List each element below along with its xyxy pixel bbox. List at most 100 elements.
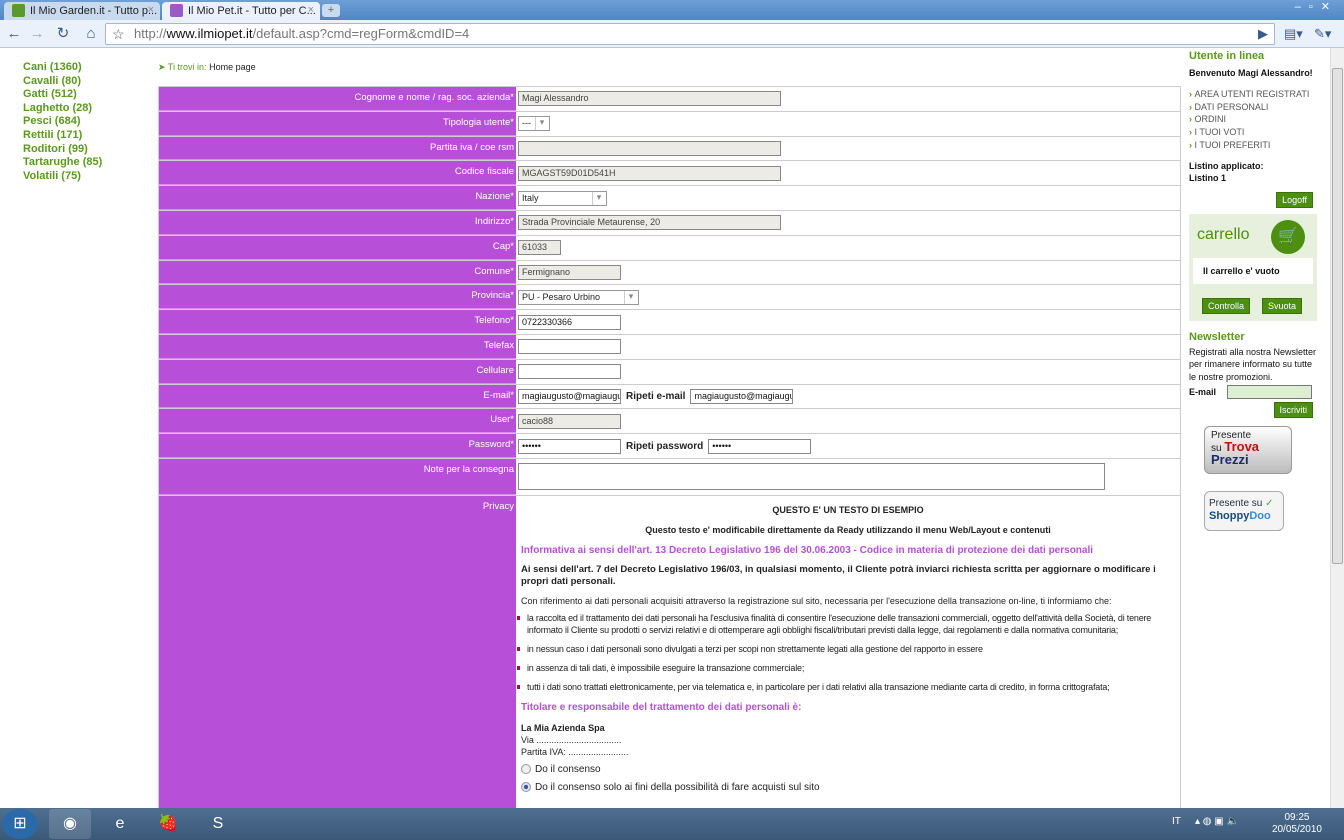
label-cellulare: Cellulare <box>159 359 516 384</box>
label-provincia: Provincia* <box>159 285 516 310</box>
right-sidebar: Utente in linea Benvenuto Magi Alessandr… <box>1189 48 1319 532</box>
codice-fiscale-input[interactable]: MGAGST59D01D541H <box>518 165 781 181</box>
cellulare-input[interactable] <box>518 364 621 380</box>
favicon-icon <box>170 4 183 17</box>
category-link[interactable]: Tartarughe (85) <box>23 156 102 170</box>
back-icon[interactable]: ← <box>3 23 25 45</box>
label-user: User* <box>159 409 516 434</box>
list-item: in nessun caso i dati personali sono div… <box>517 643 1175 655</box>
tab-ilmiopet[interactable]: Il Mio Pet.it - Tutto per C... × <box>162 2 320 20</box>
radio-selected-icon[interactable] <box>521 782 531 793</box>
nazione-select[interactable]: Italy <box>518 190 607 206</box>
provincia-select[interactable]: PU - Pesaro Urbino <box>518 289 639 305</box>
wrench-icon[interactable]: ✎▾ <box>1314 23 1331 45</box>
skype-taskbar-icon[interactable]: S <box>197 809 239 839</box>
label-cognome: Cognome e nome / rag. soc. azienda* <box>159 87 516 111</box>
user-menu-item[interactable]: › I TUOI VOTI <box>1189 126 1319 139</box>
user-menu-item[interactable]: › ORDINI <box>1189 113 1319 126</box>
category-link[interactable]: Cavalli (80) <box>23 75 102 89</box>
cart-box: carrello 🛒 Il carrello e' vuoto Controll… <box>1189 213 1317 321</box>
reload-icon[interactable]: ↻ <box>52 23 74 45</box>
label-password: Password* <box>159 434 516 458</box>
list-item: la raccolta ed il trattamento dei dati p… <box>517 612 1175 636</box>
consent-radio[interactable]: Do il consenso <box>521 763 1175 776</box>
newsletter-email-input[interactable] <box>1227 385 1312 400</box>
user-input[interactable]: cacio88 <box>518 413 621 429</box>
note-textarea[interactable] <box>518 463 1105 491</box>
iscriviti-button[interactable]: Iscriviti <box>1273 402 1313 419</box>
label-email: E-mail* <box>159 384 516 409</box>
category-link[interactable]: Pesci (684) <box>23 115 102 129</box>
cap-input[interactable]: 61033 <box>518 240 561 256</box>
clock[interactable]: 09:25 20/05/2010 <box>1272 812 1322 836</box>
browser-toolbar: ← → ↻ ⌂ ☆ http://www.ilmiopet.it/default.… <box>0 20 1344 48</box>
cart-icon: 🛒 <box>1271 219 1305 254</box>
go-icon[interactable]: ▶ <box>1258 23 1268 45</box>
page-content: Cani (1360) Cavalli (80) Gatti (512) Laghet… <box>0 48 1330 808</box>
user-menu-item[interactable]: › I TUOI PREFERITI <box>1189 139 1319 152</box>
category-link[interactable]: Laghetto (28) <box>23 102 102 116</box>
registration-form: Cognome e nome / rag. soc. azienda* Magi … <box>158 86 1181 808</box>
start-button[interactable]: ⊞ <box>2 809 38 839</box>
ie-taskbar-icon[interactable]: e <box>99 809 141 839</box>
email-input[interactable]: magiaugusto@magiaugus <box>518 388 621 404</box>
address-bar[interactable]: ☆ http://www.ilmiopet.it/default.asp?cmd=… <box>105 23 1275 45</box>
telefax-input[interactable] <box>518 339 621 355</box>
user-menu: › AREA UTENTI REGISTRATI › DATI PERSONALI… <box>1189 88 1319 152</box>
label-piva: Partita iva / coe rsm <box>159 136 516 161</box>
password-input[interactable]: •••••• <box>518 438 621 454</box>
repeat-password-input[interactable]: •••••• <box>708 438 812 454</box>
favicon-icon <box>12 4 25 17</box>
repeat-email-input[interactable]: magiaugusto@magiaugus <box>690 388 794 404</box>
page-menu-icon[interactable]: ▤▾ <box>1284 23 1303 45</box>
category-link[interactable]: Roditori (99) <box>23 143 102 157</box>
indirizzo-input[interactable]: Strada Provinciale Metaurense, 20 <box>518 215 781 231</box>
label-repeat-password: Ripeti password <box>626 440 704 452</box>
label-tipologia: Tipologia utente* <box>159 111 516 136</box>
window-controls[interactable]: –▫✕ <box>1295 0 1338 13</box>
consent-purchase-radio[interactable]: Do il consenso solo ai fini della possib… <box>521 781 1175 794</box>
cognome-input[interactable]: Magi Alessandro <box>518 91 781 107</box>
trovaprezzi-badge[interactable]: Presente su Trova Prezzi <box>1204 426 1292 475</box>
category-link[interactable]: Volatili (75) <box>23 170 102 184</box>
piva-input[interactable] <box>518 140 781 156</box>
label-comune: Comune* <box>159 260 516 285</box>
privacy-text: QUESTO E' UN TESTO DI ESEMPIO Questo tes… <box>516 496 1180 808</box>
user-menu-item[interactable]: › DATI PERSONALI <box>1189 101 1319 114</box>
user-menu-item[interactable]: › AREA UTENTI REGISTRATI <box>1189 88 1319 101</box>
scrollbar-thumb[interactable] <box>1332 68 1343 564</box>
taskbar: ⊞ ◉ e 🍓 S IT ▴ ◍ ▣ 🔈 09:25 20/05/2010 <box>0 808 1344 840</box>
home-icon[interactable]: ⌂ <box>80 23 102 45</box>
strawberry-taskbar-icon[interactable]: 🍓 <box>147 809 189 839</box>
category-link[interactable]: Cani (1360) <box>23 61 102 75</box>
label-note: Note per la consegna <box>159 458 516 495</box>
label-repeat-email: Ripeti e-mail <box>626 390 686 402</box>
label-nazione: Nazione* <box>159 186 516 210</box>
category-link[interactable]: Rettili (171) <box>23 129 102 143</box>
telefono-input[interactable]: 0722330366 <box>518 314 621 330</box>
tab-ilmiogarden[interactable]: Il Mio Garden.it - Tutto p... × <box>4 2 160 20</box>
close-tab-icon[interactable]: × <box>308 4 314 16</box>
label-indirizzo: Indirizzo* <box>159 210 516 235</box>
list-item: tutti i dati sono trattati elettronicame… <box>517 681 1175 693</box>
controlla-button[interactable]: Controlla <box>1202 297 1251 314</box>
label-cf: Codice fiscale <box>159 161 516 186</box>
category-link[interactable]: Gatti (512) <box>23 88 102 102</box>
arrow-icon: ➤ <box>158 62 168 72</box>
logoff-button[interactable]: Logoff <box>1276 191 1313 208</box>
shoppydoo-badge[interactable]: Presente su ✓ ShoppyDoo <box>1204 491 1284 532</box>
online-user-title: Utente in linea <box>1189 50 1265 62</box>
star-icon[interactable]: ☆ <box>112 24 125 44</box>
comune-input[interactable]: Fermignano <box>518 264 621 280</box>
close-tab-icon[interactable]: × <box>148 4 154 16</box>
scrollbar[interactable] <box>1330 48 1344 808</box>
forward-icon[interactable]: → <box>26 23 48 45</box>
language-indicator[interactable]: IT <box>1172 816 1181 827</box>
tipologia-select[interactable]: --- <box>518 116 550 132</box>
new-tab-button[interactable]: + <box>322 4 340 17</box>
label-cap: Cap* <box>159 235 516 260</box>
tray-icons[interactable]: ▴ ◍ ▣ 🔈 <box>1195 816 1239 827</box>
chrome-taskbar-icon[interactable]: ◉ <box>49 809 91 839</box>
svuota-button[interactable]: Svuota <box>1262 297 1303 314</box>
radio-icon[interactable] <box>521 764 531 775</box>
